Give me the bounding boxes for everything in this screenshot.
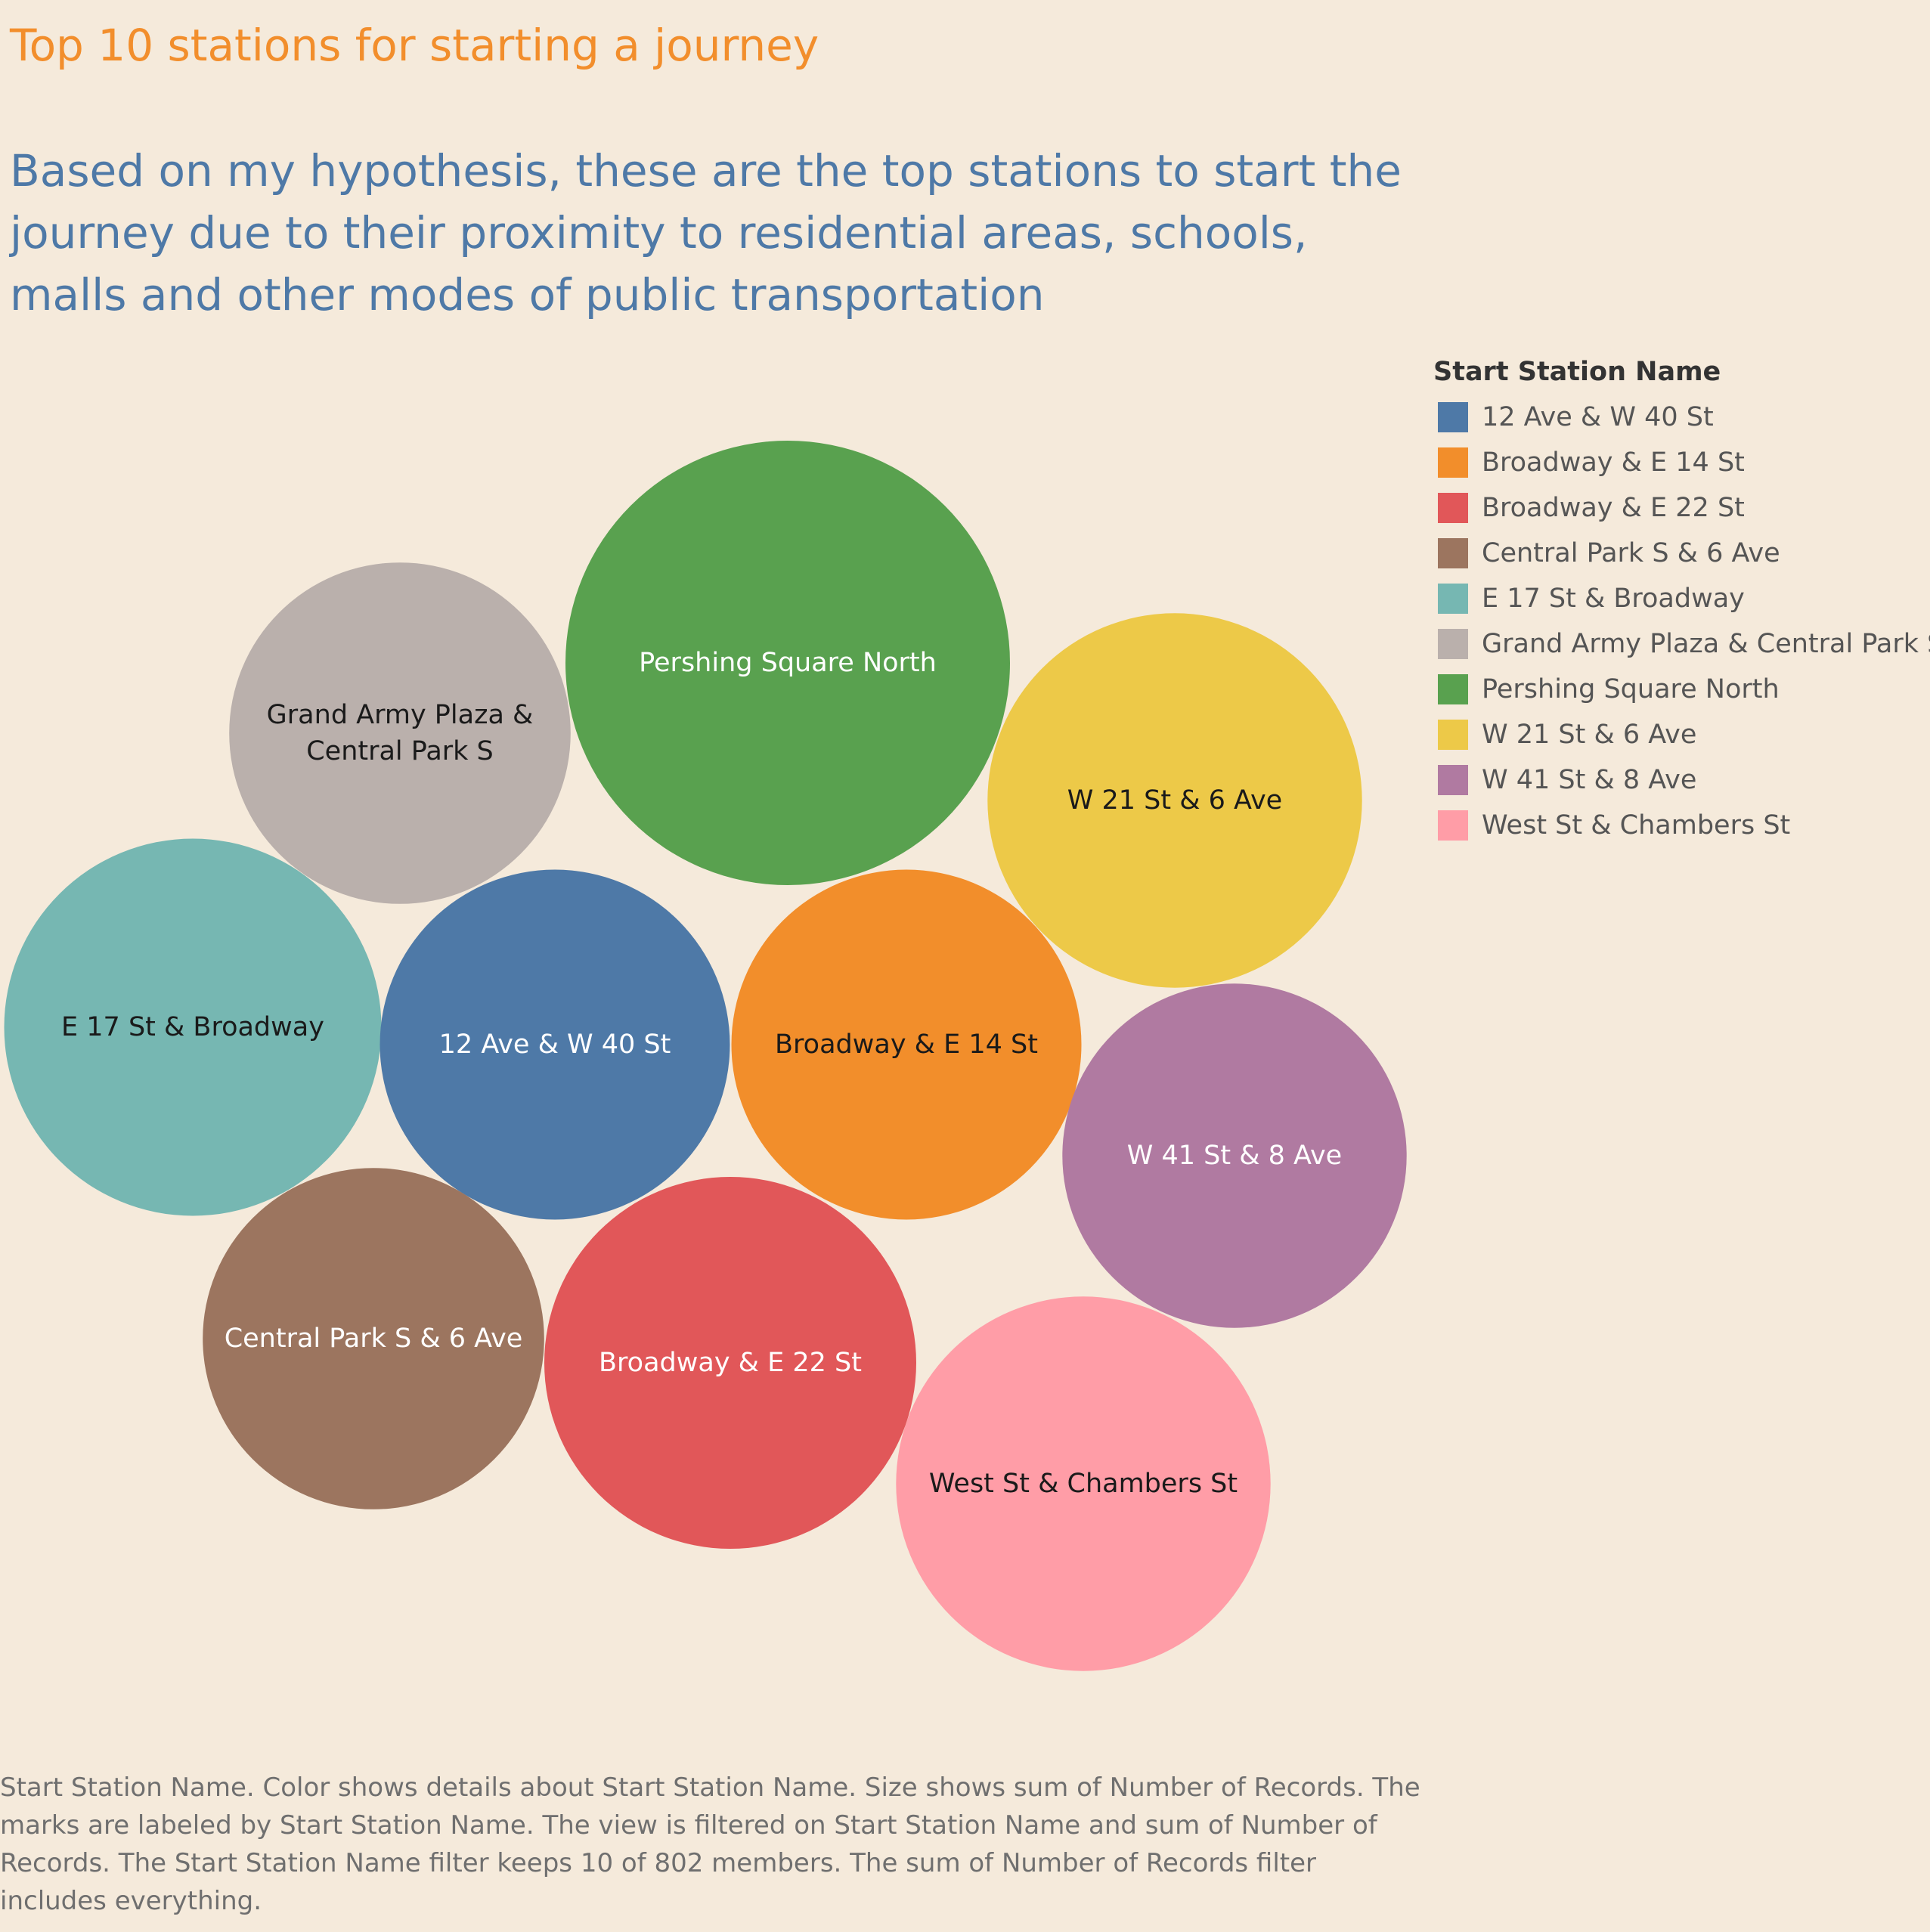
- legend-label: Central Park S & 6 Ave: [1482, 538, 1780, 568]
- bubble-label: Grand Army Plaza &: [267, 700, 534, 730]
- legend-item-broadway-and-e-22-st[interactable]: Broadway & E 22 St: [1433, 485, 1925, 531]
- bubble-12-ave-and-w-40-st[interactable]: 12 Ave & W 40 St: [379, 869, 730, 1220]
- legend-label: Pershing Square North: [1482, 674, 1780, 704]
- bubble-label: W 41 St & 8 Ave: [1127, 1141, 1342, 1171]
- legend-item-west-st-and-chambers-st[interactable]: West St & Chambers St: [1433, 803, 1925, 848]
- legend-swatch: [1438, 402, 1468, 432]
- legend-label: Broadway & E 22 St: [1482, 493, 1745, 523]
- legend-swatch: [1438, 674, 1468, 704]
- legend-swatch: [1438, 538, 1468, 568]
- bubble-e-17-st-and-broadway[interactable]: E 17 St & Broadway: [4, 838, 382, 1216]
- legend-swatch: [1438, 447, 1468, 478]
- bubble-central-park-s-and-6-ave[interactable]: Central Park S & 6 Ave: [203, 1168, 544, 1509]
- bubble-pershing-square-north[interactable]: Pershing Square North: [565, 441, 1010, 885]
- legend-label: Grand Army Plaza & Central Park S: [1482, 629, 1930, 659]
- chart-caption: Start Station Name. Color shows details …: [0, 1773, 1420, 1916]
- legend-swatch: [1438, 720, 1468, 750]
- bubble-label: W 21 St & 6 Ave: [1067, 785, 1282, 816]
- bubble-mark[interactable]: [229, 562, 571, 904]
- legend-item-central-park-s-and-6-ave[interactable]: Central Park S & 6 Ave: [1433, 531, 1925, 576]
- legend-item-w-41-st-and-8-ave[interactable]: W 41 St & 8 Ave: [1433, 757, 1925, 803]
- bubble-label: 12 Ave & W 40 St: [439, 1029, 671, 1060]
- bubble-label: Central Park S: [306, 736, 494, 766]
- legend-title: Start Station Name: [1433, 357, 1721, 387]
- bubble-west-st-and-chambers-st[interactable]: West St & Chambers St: [896, 1296, 1271, 1671]
- legend-swatch: [1438, 629, 1468, 659]
- bubble-label: Broadway & E 22 St: [599, 1348, 862, 1378]
- legend-swatch: [1438, 584, 1468, 614]
- legend-item-w-21-st-and-6-ave[interactable]: W 21 St & 6 Ave: [1433, 712, 1925, 757]
- legend-swatch: [1438, 493, 1468, 523]
- bubble-label: Broadway & E 14 St: [775, 1029, 1038, 1060]
- legend-swatch: [1438, 765, 1468, 795]
- legend-label: 12 Ave & W 40 St: [1482, 402, 1714, 432]
- bubble-label: E 17 St & Broadway: [61, 1012, 324, 1042]
- bubble-broadway-and-e-14-st[interactable]: Broadway & E 14 St: [731, 869, 1082, 1220]
- legend-label: West St & Chambers St: [1482, 810, 1791, 841]
- bubble-w-21-st-and-6-ave[interactable]: W 21 St & 6 Ave: [987, 613, 1362, 988]
- bubble-label: Central Park S & 6 Ave: [225, 1324, 523, 1354]
- legend-item-broadway-and-e-14-st[interactable]: Broadway & E 14 St: [1433, 440, 1925, 485]
- bubble-w-41-st-and-8-ave[interactable]: W 41 St & 8 Ave: [1062, 983, 1407, 1328]
- legend-label: Broadway & E 14 St: [1482, 447, 1745, 478]
- legend-swatch: [1438, 810, 1468, 841]
- legend-label: W 21 St & 6 Ave: [1482, 720, 1697, 750]
- bubble-broadway-and-e-22-st[interactable]: Broadway & E 22 St: [544, 1177, 916, 1549]
- legend-item-e-17-st-and-broadway[interactable]: E 17 St & Broadway: [1433, 576, 1925, 621]
- bubble-chart: Pershing Square North W 21 St & 6 Ave West…: [4, 441, 1407, 1671]
- legend-label: E 17 St & Broadway: [1482, 584, 1745, 614]
- color-legend: Start Station Name 12 Ave & W 40 St Broad…: [1433, 357, 1930, 848]
- legend-item-pershing-square-north[interactable]: Pershing Square North: [1433, 667, 1925, 712]
- bubble-label: Pershing Square North: [639, 648, 937, 678]
- legend-label: W 41 St & 8 Ave: [1482, 765, 1697, 795]
- legend-item-grand-army-plaza-and-central-park-s[interactable]: Grand Army Plaza & Central Park S: [1433, 621, 1930, 667]
- legend-item-12-ave-and-w-40-st[interactable]: 12 Ave & W 40 St: [1433, 395, 1925, 440]
- bubble-grand-army-plaza-and-central-park-s[interactable]: Grand Army Plaza & Central Park S: [229, 562, 571, 904]
- legend-items: 12 Ave & W 40 St Broadway & E 14 St Broadw…: [1433, 395, 1930, 848]
- bubble-label: West St & Chambers St: [929, 1469, 1238, 1499]
